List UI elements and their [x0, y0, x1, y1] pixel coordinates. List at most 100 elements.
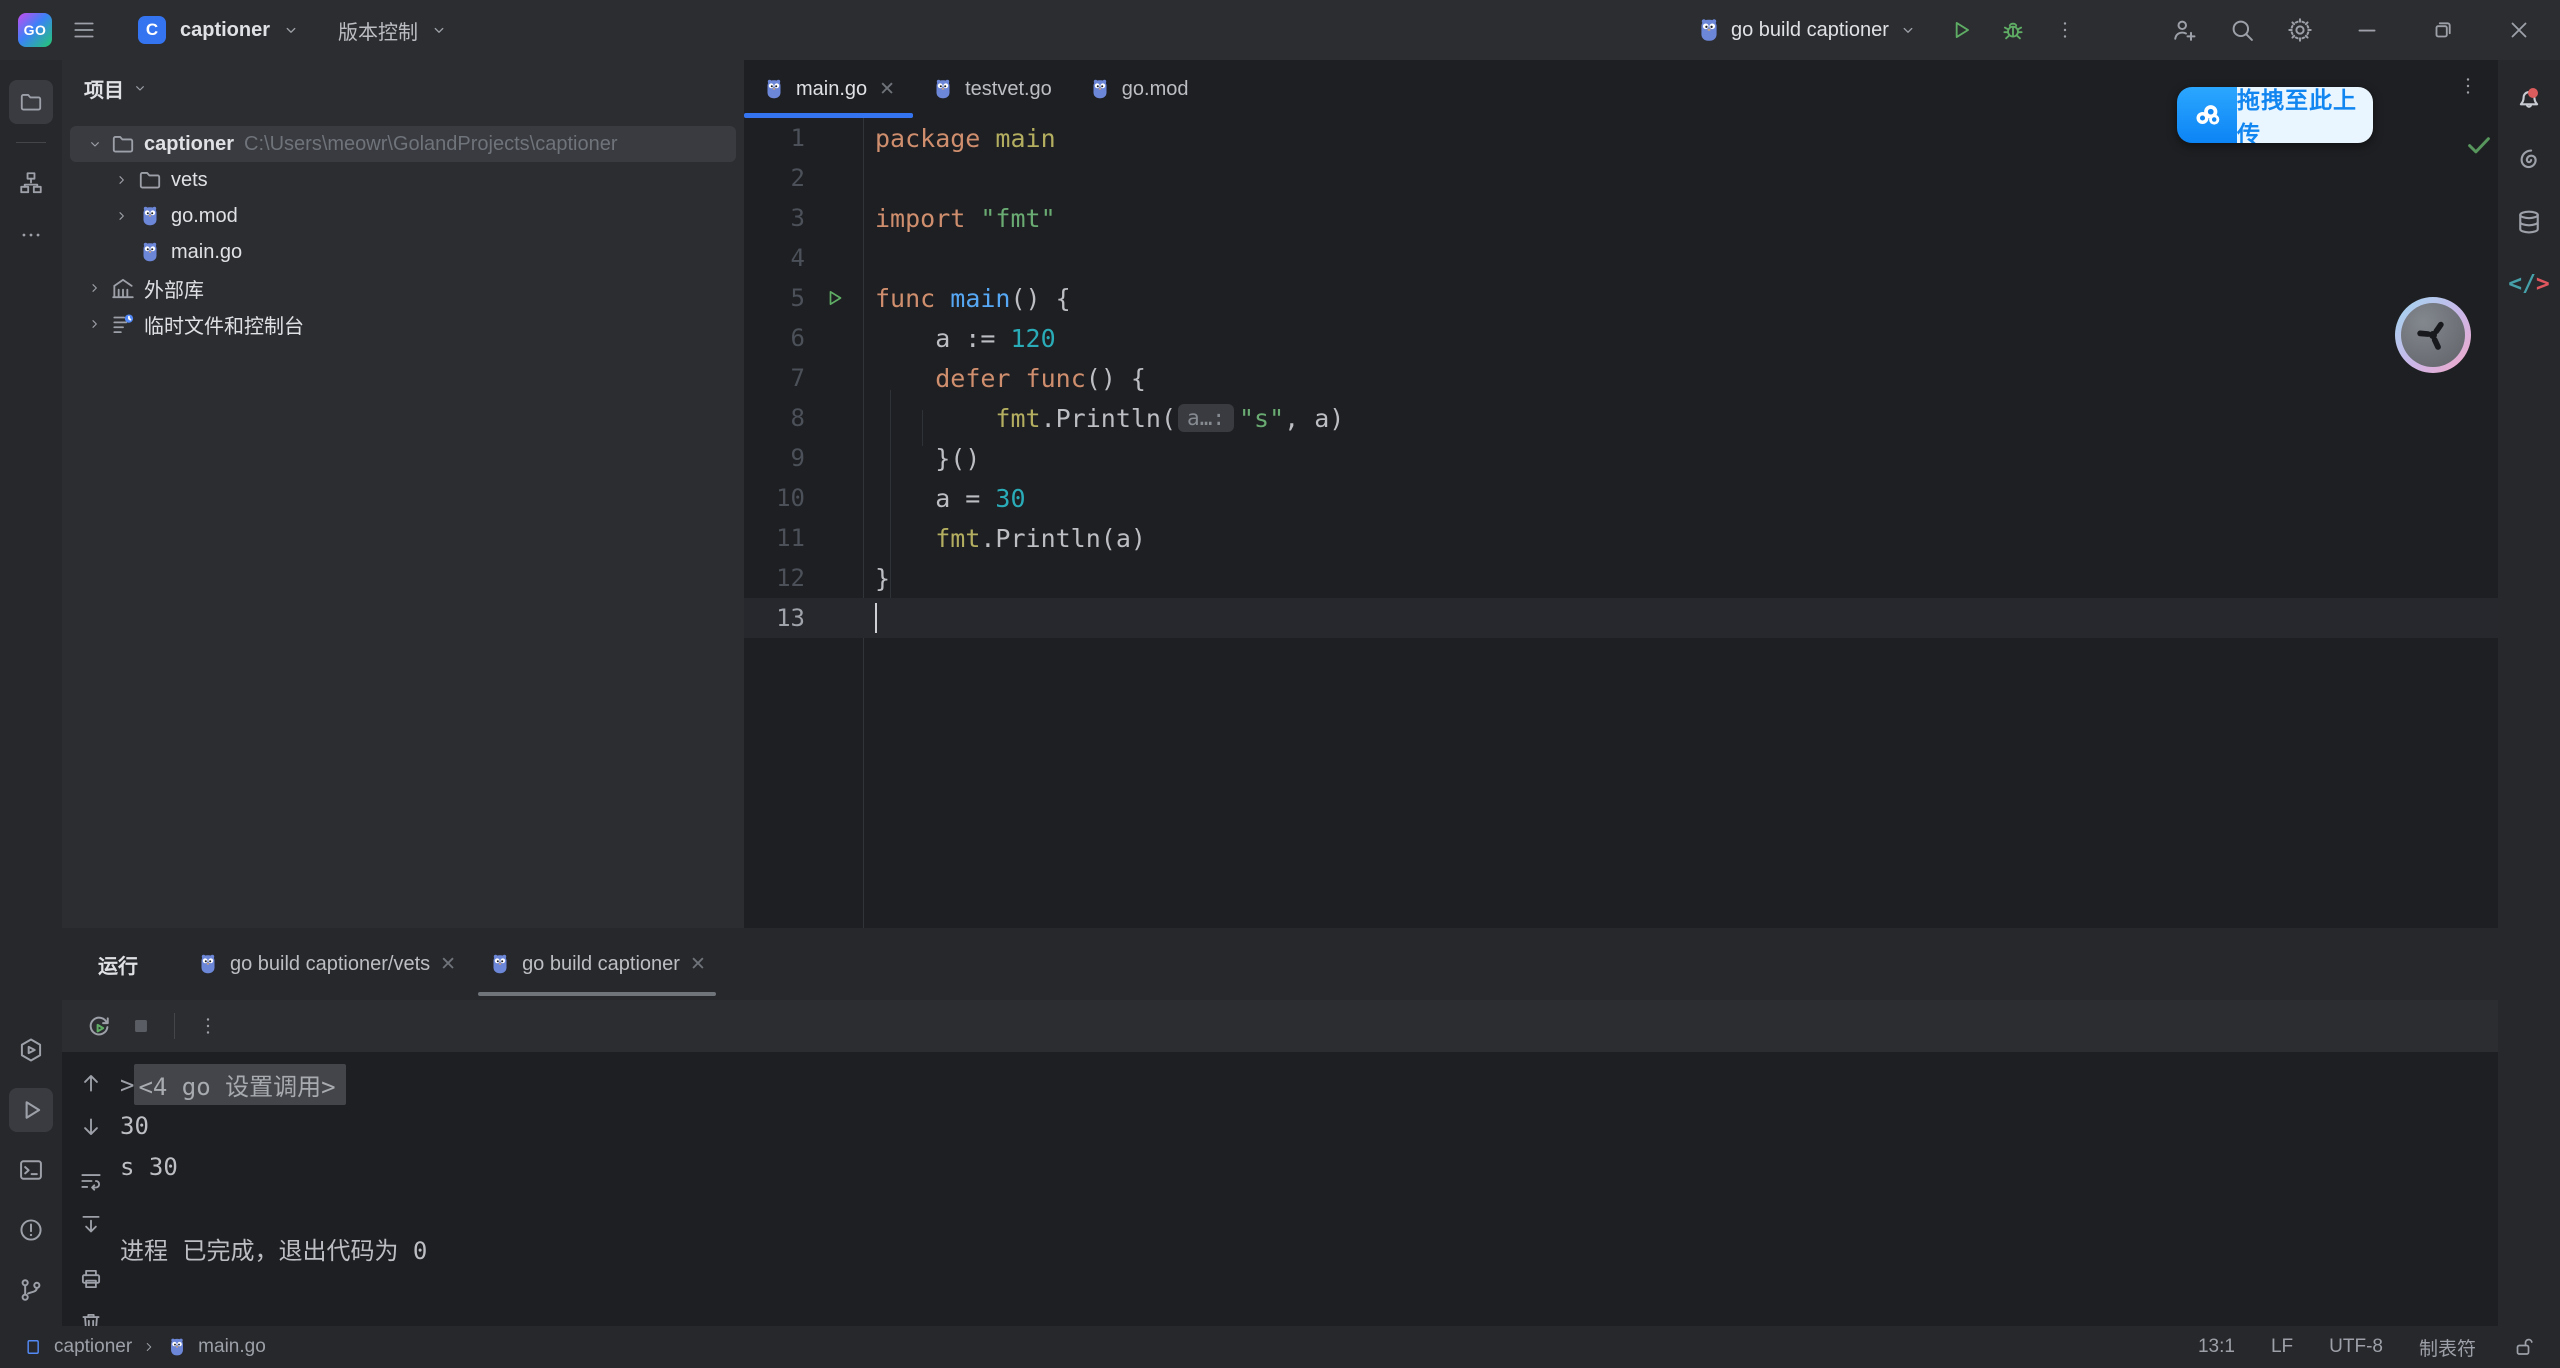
code-line[interactable]: 7 defer func() { [744, 358, 2498, 398]
run-tab-1[interactable]: go build captioner/vets✕ [180, 928, 472, 1000]
project-panel-title[interactable]: 项目 [84, 74, 124, 103]
inspection-ok-icon[interactable] [2464, 130, 2494, 160]
code-line[interactable]: 2 [744, 158, 2498, 198]
tree-item-captioner[interactable]: captionerC:\Users\meowr\GolandProjects\c… [70, 126, 736, 162]
chevron-right-icon[interactable] [82, 316, 108, 332]
soft-wrap-button[interactable] [74, 1164, 108, 1198]
problems-tool-button[interactable] [9, 1208, 53, 1252]
code-token: a = [875, 484, 995, 513]
vcs-widget[interactable]: 版本控制 [338, 16, 418, 45]
editor-tab-go.mod[interactable]: go.mod [1070, 60, 1207, 118]
tree-item-go.mod[interactable]: go.mod [70, 198, 736, 234]
database-button[interactable] [2507, 200, 2551, 244]
gopher-icon [135, 204, 165, 228]
project-avatar: C [138, 16, 166, 44]
main-menu-button[interactable] [62, 8, 106, 52]
floating-widget[interactable] [2395, 297, 2471, 373]
settings-button[interactable] [2278, 8, 2322, 52]
upload-label: 拖拽至此上传 [2237, 87, 2373, 143]
code-line[interactable]: 9 }() [744, 438, 2498, 478]
print-button[interactable] [74, 1262, 108, 1296]
code-line[interactable]: 6 a := 120 [744, 318, 2498, 358]
console-more-button[interactable] [189, 1007, 227, 1045]
tree-item-临时文件和控制台[interactable]: 临时文件和控制台 [70, 306, 736, 342]
close-button[interactable] [2488, 0, 2550, 60]
terminal-tool-button[interactable] [9, 1148, 53, 1192]
project-panel: 项目 captionerC:\Users\meowr\GolandProject… [62, 60, 744, 928]
tree-item-main.go[interactable]: main.go [70, 234, 736, 270]
chevron-down-icon[interactable] [82, 136, 108, 152]
code-text: fmt.Println(a…:"s", a) [863, 404, 1344, 433]
ai-assistant-button[interactable] [2507, 138, 2551, 182]
expand-chevron[interactable]: > [120, 1071, 134, 1099]
run-config-name[interactable]: go build captioner [1731, 19, 1889, 42]
git-tool-button[interactable] [9, 1268, 53, 1312]
chevron-down-icon[interactable] [430, 21, 448, 39]
chevron-right-icon[interactable] [82, 280, 108, 296]
endpoints-button[interactable]: </> [2507, 262, 2551, 306]
editor-tab-main.go[interactable]: main.go✕ [744, 60, 913, 118]
breadcrumb-file[interactable]: main.go [198, 1336, 266, 1358]
code-line[interactable]: 8 fmt.Println(a…:"s", a) [744, 398, 2498, 438]
run-button[interactable] [1939, 8, 1983, 52]
run-tab-2[interactable]: go build captioner✕ [472, 928, 722, 1000]
chevron-down-icon[interactable] [132, 80, 148, 96]
gear-icon [2286, 16, 2314, 44]
notifications-button[interactable] [2507, 76, 2551, 120]
run-tool-button[interactable] [9, 1088, 53, 1132]
chevron-right-icon[interactable] [109, 208, 135, 224]
indent-style[interactable]: 制表符 [2419, 1334, 2476, 1361]
chevron-down-icon[interactable] [1899, 21, 1917, 39]
line-separator[interactable]: LF [2271, 1336, 2293, 1358]
scroll-end-button[interactable] [74, 1208, 108, 1242]
code-line[interactable]: 13 [744, 598, 2498, 638]
run-icon [1948, 17, 1974, 43]
code-line[interactable]: 11 fmt.Println(a) [744, 518, 2498, 558]
structure-tool-button[interactable] [9, 161, 53, 205]
tree-item-vets[interactable]: vets [70, 162, 736, 198]
line-number: 11 [744, 524, 805, 552]
tree-item-外部库[interactable]: 外部库 [70, 270, 736, 306]
code-line[interactable]: 4 [744, 238, 2498, 278]
code-editor[interactable]: 1package main23import "fmt"45func main()… [744, 118, 2498, 928]
left-tool-strip [0, 60, 62, 1326]
tree-item-label: 外部库 [144, 274, 204, 303]
netdisk-upload-overlay[interactable]: 拖拽至此上传 [2177, 87, 2373, 143]
services-icon [17, 1036, 45, 1064]
editor-tab-testvet.go[interactable]: testvet.go [913, 60, 1070, 118]
project-name[interactable]: captioner [180, 19, 270, 42]
project-tool-button[interactable] [9, 80, 53, 124]
code-with-me-button[interactable] [2162, 8, 2206, 52]
up-button[interactable] [74, 1066, 108, 1100]
file-encoding[interactable]: UTF-8 [2329, 1336, 2383, 1358]
chevron-right-icon[interactable] [109, 172, 135, 188]
restore-button[interactable] [2412, 0, 2474, 60]
unlock-icon[interactable] [2512, 1335, 2536, 1359]
debug-bug-icon [2000, 17, 2026, 43]
close-tab-icon[interactable]: ✕ [440, 953, 456, 976]
close-tab-icon[interactable]: ✕ [690, 953, 706, 976]
run-line-icon[interactable] [805, 286, 863, 310]
code-line[interactable]: 12} [744, 558, 2498, 598]
code-line[interactable]: 5func main() { [744, 278, 2498, 318]
tab-options-button[interactable] [2456, 74, 2480, 98]
more-actions-button[interactable] [2043, 8, 2087, 52]
code-line[interactable]: 3import "fmt" [744, 198, 2498, 238]
close-tab-icon[interactable]: ✕ [879, 78, 895, 101]
stop-button[interactable] [122, 1007, 160, 1045]
debug-button[interactable] [1991, 8, 2035, 52]
down-button[interactable] [74, 1110, 108, 1144]
minimize-button[interactable] [2336, 0, 2398, 60]
services-tool-button[interactable] [9, 1028, 53, 1072]
more-tool-windows-button[interactable] [9, 213, 53, 257]
chevron-down-icon[interactable] [282, 21, 300, 39]
rerun-button[interactable] [80, 1007, 118, 1045]
console-text [120, 1194, 134, 1222]
code-line[interactable]: 10 a = 30 [744, 478, 2498, 518]
breadcrumb-project[interactable]: captioner [54, 1336, 132, 1358]
search-everywhere-button[interactable] [2220, 8, 2264, 52]
caret-position[interactable]: 13:1 [2198, 1336, 2235, 1358]
run-panel-title[interactable]: 运行 [98, 950, 138, 979]
console-line: 进程 已完成，退出代码为 0 [120, 1228, 427, 1269]
console-output[interactable]: ><4 go 设置调用>30s 30 进程 已完成，退出代码为 0 [120, 1052, 427, 1326]
